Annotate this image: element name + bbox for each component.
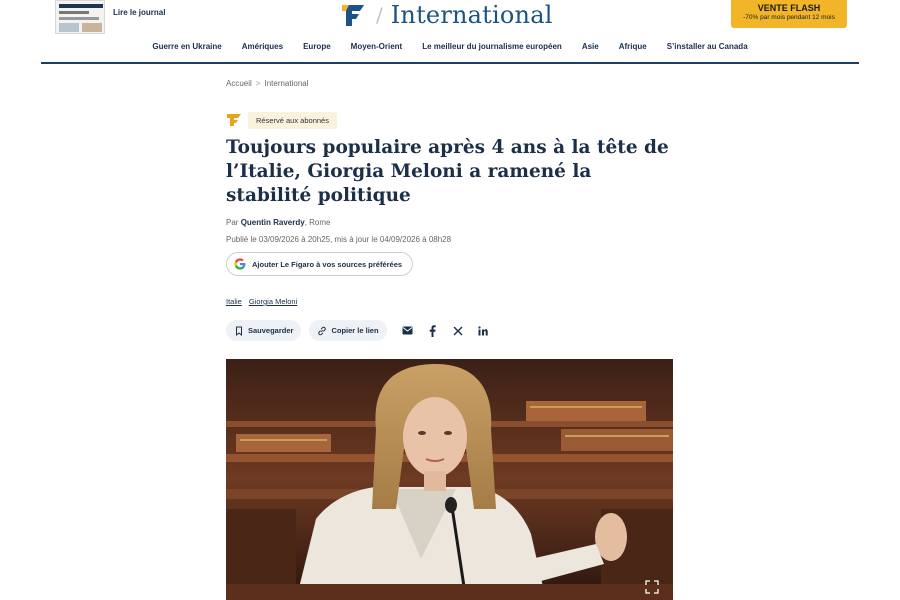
expand-icon[interactable]: [645, 580, 659, 594]
nav-item-ameriques[interactable]: Amériques: [242, 42, 283, 58]
flash-sale-title: VENTE FLASH: [757, 3, 821, 13]
nav-item-europe[interactable]: Europe: [303, 42, 331, 58]
share-linkedin-button[interactable]: [476, 324, 490, 338]
save-label: Sauvegarder: [248, 326, 294, 335]
google-preferred-source-label: Ajouter Le Figaro à vos sources préférée…: [252, 259, 403, 269]
article-tags: Italie Giorgia Meloni: [226, 297, 304, 306]
x-icon: [453, 326, 463, 335]
figaro-logo-icon: [342, 5, 364, 26]
share-x-button[interactable]: [451, 324, 465, 338]
read-journal-link[interactable]: Lire le journal: [113, 8, 165, 17]
breadcrumb-home[interactable]: Accueil: [226, 79, 252, 88]
linkedin-icon: [477, 325, 488, 335]
mail-icon: [402, 326, 413, 335]
nav-item-moyen-orient[interactable]: Moyen-Orient: [351, 42, 403, 58]
nav-item-journalisme-europeen[interactable]: Le meilleur du journalisme européen: [422, 42, 562, 58]
bookmark-icon: [236, 326, 242, 336]
site-header: Lire le journal / International VENTE FL…: [0, 0, 900, 64]
brand[interactable]: / International: [340, 0, 553, 30]
article-actions: Sauvegarder Copier le lien: [226, 320, 495, 341]
journal-thumbnail[interactable]: [55, 0, 105, 34]
brand-slash: /: [376, 3, 383, 27]
article-photo[interactable]: [226, 359, 673, 600]
nav-item-ukraine[interactable]: Guerre en Ukraine: [152, 42, 221, 58]
facebook-icon: [429, 324, 436, 337]
tag-italie[interactable]: Italie: [226, 297, 242, 306]
share-facebook-button[interactable]: [426, 324, 440, 338]
breadcrumb: Accueil > International: [226, 79, 309, 88]
google-icon: [234, 258, 246, 270]
nav-item-afrique[interactable]: Afrique: [619, 42, 647, 58]
save-button[interactable]: Sauvegarder: [226, 320, 302, 341]
tag-giorgia-meloni[interactable]: Giorgia Meloni: [249, 297, 297, 306]
link-icon: [318, 326, 327, 335]
breadcrumb-separator: >: [255, 79, 261, 88]
breadcrumb-current[interactable]: International: [264, 79, 308, 88]
author-link[interactable]: Quentin Raverdy: [241, 218, 305, 227]
nav-item-canada[interactable]: S’installer au Canada: [667, 42, 748, 58]
byline-location: , Rome: [304, 218, 331, 227]
share-email-button[interactable]: [401, 324, 415, 338]
flash-sale-button[interactable]: VENTE FLASH -70% par mois pendant 12 moi…: [731, 0, 847, 28]
copy-link-button[interactable]: Copier le lien: [309, 320, 387, 341]
byline: Par Quentin Raverdy, Rome: [226, 218, 331, 227]
subscriber-badge: Réservé aux abonnés: [226, 110, 337, 130]
section-title: International: [390, 1, 553, 29]
main-nav: Guerre en Ukraine Amériques Europe Moyen…: [0, 42, 900, 58]
flash-sale-subtitle: -70% par mois pendant 12 mois: [743, 14, 835, 21]
photo-illustration: [226, 359, 673, 600]
subscriber-badge-label: Réservé aux abonnés: [248, 111, 337, 129]
figaro-premium-icon: [227, 114, 241, 126]
nav-item-asie[interactable]: Asie: [582, 42, 599, 58]
copy-link-label: Copier le lien: [331, 326, 379, 335]
google-preferred-source-button[interactable]: Ajouter Le Figaro à vos sources préférée…: [226, 252, 413, 276]
nav-divider: [41, 62, 859, 64]
byline-prefix: Par: [226, 218, 239, 227]
article-title: Toujours populaire après 4 ans à la tête…: [226, 137, 669, 206]
publication-dates: Publié le 03/09/2026 à 20h25, mis à jour…: [226, 235, 452, 244]
